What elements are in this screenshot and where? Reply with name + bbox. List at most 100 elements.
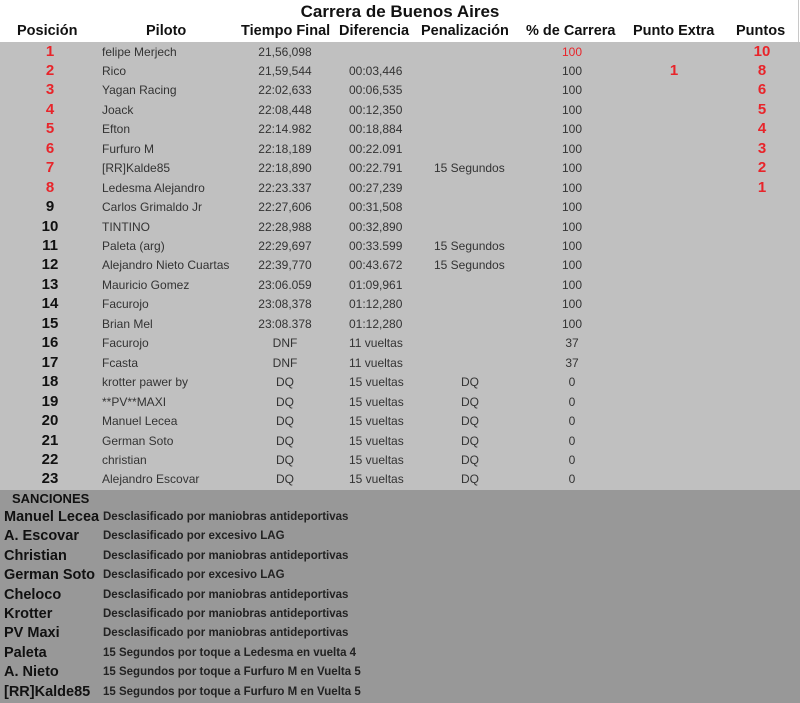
pilot-cell: Rico <box>102 63 127 78</box>
position-cell: 13 <box>41 275 59 293</box>
table-row: 9 Carlos Grimaldo Jr 22:27,606 00:31,508 100 <box>0 198 800 217</box>
difference-cell: 00:12,350 <box>349 102 403 117</box>
race-pct-cell: 100 <box>561 219 583 234</box>
race-pct-cell: 100 <box>561 200 583 215</box>
sanction-description: Desclasificado por maniobras antideporti… <box>103 627 349 640</box>
race-pct-cell: 37 <box>565 336 579 351</box>
table-row: 10 TINTINO 22:28,988 00:32,890 100 <box>0 218 800 237</box>
table-row: 12 Alejandro Nieto Cuartas 22:39,770 00:43.… <box>0 256 800 275</box>
sanction-item: Manuel Lecea Desclasificado por maniobras… <box>0 509 800 528</box>
difference-cell: 15 vueltas <box>349 394 404 409</box>
position-cell: 5 <box>45 120 55 138</box>
final-time-cell: DNF <box>272 336 298 351</box>
race-pct-cell: 100 <box>561 63 583 78</box>
header-final-time: Tiempo Final <box>241 23 331 39</box>
sanction-description: Desclasificado por maniobras antideporti… <box>103 511 349 523</box>
penalty-cell: DQ <box>461 414 479 429</box>
position-cell: 4 <box>45 100 55 118</box>
penalty-cell: DQ <box>461 375 479 390</box>
header-position: Posición <box>17 23 78 39</box>
difference-cell: 15 vueltas <box>349 452 404 467</box>
race-title: Carrera de Buenos Aires <box>300 2 500 21</box>
pilot-cell: felipe Merjech <box>102 44 177 59</box>
sanction-pilot-name: A. Nieto <box>4 664 59 681</box>
table-row: 13 Mauricio Gomez 23:06.059 01:09,961 100 <box>0 276 800 295</box>
position-cell: 10 <box>41 217 59 235</box>
position-cell: 17 <box>41 353 59 371</box>
sanction-description: 15 Segundos por toque a Ledesma en vuelt… <box>103 646 357 659</box>
final-time-cell: 22:14.982 <box>258 122 312 137</box>
points-cell: 5 <box>757 100 767 118</box>
table-row: 6 Furfuro M 22:18,189 00:22.091 100 3 <box>0 140 800 159</box>
position-cell: 14 <box>41 295 59 313</box>
race-pct-cell: 0 <box>568 452 576 467</box>
race-pct-cell: 0 <box>568 433 576 448</box>
table-row: 8 Ledesma Alejandro 22:23.337 00:27,239 100 1 <box>0 179 800 198</box>
sanction-item: Christian Desclasificado por maniobras an… <box>0 548 800 567</box>
table-row: 20 Manuel Lecea DQ 15 vueltas DQ 0 <box>0 412 800 431</box>
penalty-cell: 15 Segundos <box>434 258 505 273</box>
final-time-cell: 22:29,697 <box>258 239 312 253</box>
points-cell: 6 <box>757 81 767 99</box>
difference-cell: 15 vueltas <box>349 375 404 390</box>
sanction-item: Paleta 15 Segundos por toque a Ledesma en… <box>0 645 800 664</box>
position-cell: 2 <box>45 61 55 79</box>
pilot-cell: krotter pawer by <box>102 375 189 390</box>
table-row: 15 Brian Mel 23:08.378 01:12,280 100 <box>0 315 800 334</box>
table-row: 4 Joack 22:08,448 00:12,350 100 5 <box>0 101 800 120</box>
position-cell: 23 <box>41 470 59 488</box>
sanction-pilot-name: Christian <box>4 547 67 564</box>
sanction-description: 15 Segundos por toque a Furfuro M en Vue… <box>103 666 361 679</box>
table-row: 21 German Soto DQ 15 vueltas DQ 0 <box>0 432 800 451</box>
final-time-cell: DQ <box>276 452 294 467</box>
pilot-cell: Facurojo <box>102 297 149 312</box>
pilot-cell: Alejandro Escovar <box>102 472 200 487</box>
race-pct-cell: 37 <box>565 355 579 370</box>
final-time-cell: 22:23.337 <box>258 180 312 195</box>
difference-cell: 15 vueltas <box>349 433 404 448</box>
table-row: 1 felipe Merjech 21,56,098 100 10 <box>0 43 800 62</box>
race-pct-cell: 100 <box>561 316 583 331</box>
pilot-cell: Ledesma Alejandro <box>102 180 205 195</box>
sanction-item: PV Maxi Desclasificado por maniobras anti… <box>0 625 800 644</box>
points-cell: 3 <box>757 139 767 157</box>
final-time-cell: 23:08.378 <box>258 316 312 331</box>
penalty-cell: DQ <box>461 394 479 409</box>
race-pct-cell: 100 <box>561 141 583 156</box>
difference-cell: 00:32,890 <box>349 219 403 234</box>
sanction-item: Cheloco Desclasificado por maniobras anti… <box>0 587 800 606</box>
race-pct-cell: 100 <box>561 102 583 117</box>
difference-cell: 00:06,535 <box>349 83 403 98</box>
table-row: 14 Facurojo 23:08,378 01:12,280 100 <box>0 295 800 314</box>
pilot-cell: Facurojo <box>102 336 149 351</box>
header-points: Puntos <box>736 23 786 39</box>
final-time-cell: 22:27,606 <box>258 200 312 215</box>
position-cell: 6 <box>45 139 55 157</box>
pilot-cell: TINTINO <box>102 219 150 234</box>
sanction-pilot-name: A. Escovar <box>4 528 79 545</box>
race-pct-cell: 100 <box>561 297 583 312</box>
points-cell: 2 <box>757 159 767 177</box>
pilot-cell: Furfuro M <box>102 141 155 156</box>
final-time-cell: 22:18,890 <box>258 161 312 176</box>
difference-cell: 01:12,280 <box>349 297 403 312</box>
sanction-description: Desclasificado por maniobras antideporti… <box>103 608 349 620</box>
sanction-pilot-name: Manuel Lecea <box>4 509 100 525</box>
final-time-cell: 22:02,633 <box>258 83 312 98</box>
final-time-cell: 22:08,448 <box>258 102 312 117</box>
penalty-cell: 15 Segundos <box>434 161 505 176</box>
final-time-cell: DQ <box>276 375 294 390</box>
difference-cell: 01:09,961 <box>349 277 403 292</box>
position-cell: 1 <box>45 42 55 60</box>
race-pct-cell: 100 <box>561 180 583 195</box>
sanction-description: 15 Segundos por toque a Furfuro M en Vue… <box>103 685 361 698</box>
sanction-item: German Soto Desclasificado por excesivo L… <box>0 567 800 586</box>
table-header: Posición Piloto Tiempo Final Diferencia … <box>0 23 800 43</box>
pilot-cell: Paleta (arg) <box>102 239 165 253</box>
difference-cell: 01:12,280 <box>349 316 403 331</box>
sanction-description: Desclasificado por excesivo LAG <box>103 530 285 543</box>
pilot-cell: Brian Mel <box>102 316 153 331</box>
race-pct-cell: 100 <box>561 277 583 292</box>
position-cell: 21 <box>41 431 59 449</box>
position-cell: 16 <box>41 334 59 352</box>
